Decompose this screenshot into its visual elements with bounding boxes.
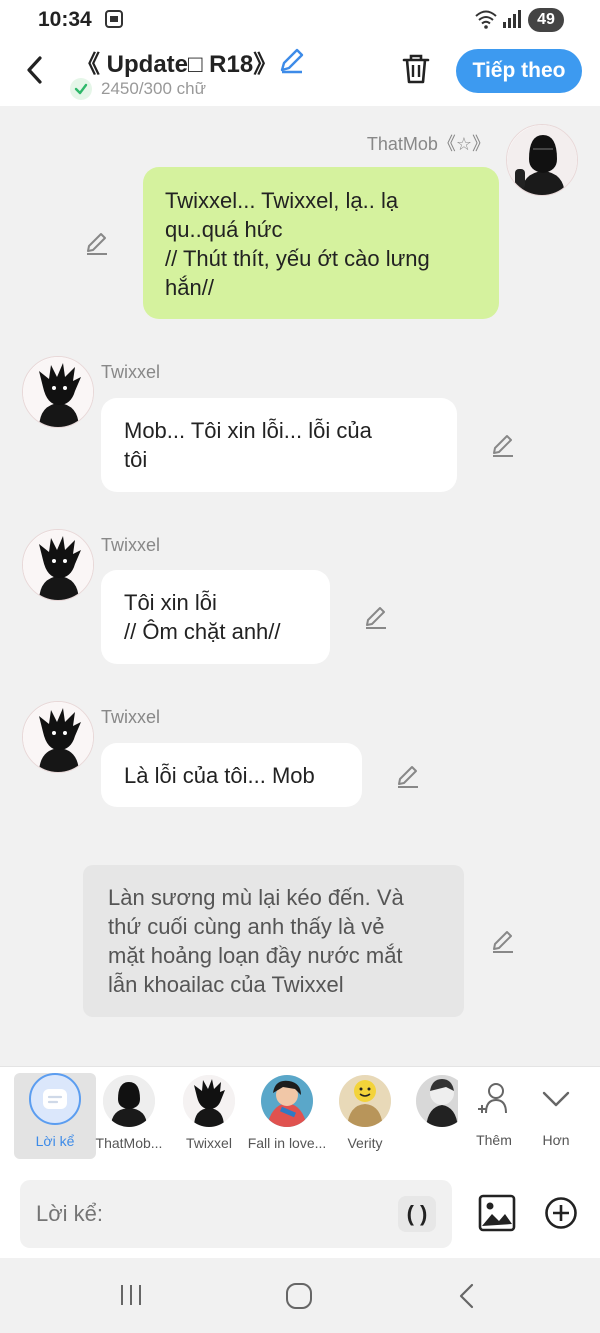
message-line: Tôi xin lỗi: [124, 590, 217, 615]
status-time: 10:34: [38, 8, 92, 31]
character-label: ThatMob...: [95, 1135, 163, 1151]
character-fall-in-love[interactable]: Fall in love...: [246, 1075, 328, 1151]
composer: ( ): [0, 1170, 600, 1258]
speaker-name: ThatMob《☆》: [366, 134, 490, 154]
character-narration[interactable]: Lời kể: [14, 1073, 96, 1159]
message-line: Twixxel... Twixxel, lạ.. lạ: [165, 188, 399, 213]
avatar: [416, 1075, 458, 1127]
character-label: Twixxel: [186, 1135, 232, 1151]
narration-bubble[interactable]: Làn sương mù lại kéo đến. Và thứ cuối cù…: [83, 865, 464, 1017]
edit-message-pencil-icon[interactable]: [490, 928, 516, 954]
edit-message-pencil-icon[interactable]: [363, 604, 389, 630]
character-thatmob[interactable]: ThatMob...: [88, 1075, 170, 1151]
status-bar: 10:34 49: [0, 0, 600, 40]
character-verity[interactable]: Verity: [324, 1075, 406, 1151]
avatar[interactable]: [22, 356, 94, 428]
character-partial[interactable]: [402, 1075, 458, 1135]
message-bubble[interactable]: Twixxel... Twixxel, lạ.. lạ qu..quá hức …: [143, 167, 499, 319]
message-line: // Thút thít, yếu ớt cào lưng: [165, 246, 430, 271]
character-label: Fall in love...: [247, 1135, 327, 1151]
recent-apps-icon[interactable]: [118, 1282, 144, 1308]
message-bubble[interactable]: Mob... Tôi xin lỗi... lỗi của tôi: [101, 398, 457, 492]
back-arrow-icon[interactable]: [20, 52, 50, 88]
avatar: [183, 1075, 235, 1127]
message-bubble[interactable]: Tôi xin lỗi // Ôm chặt anh//: [101, 570, 330, 664]
add-label: Thêm: [476, 1132, 512, 1148]
wifi-icon: [475, 10, 497, 29]
home-icon[interactable]: [285, 1282, 313, 1310]
avatar: [103, 1075, 155, 1127]
character-label: Lời kể: [35, 1133, 75, 1149]
message-bubble[interactable]: Là lỗi của tôi... Mob: [101, 743, 362, 807]
image-icon[interactable]: [478, 1194, 516, 1232]
screenshot-icon: [105, 10, 123, 28]
edit-message-pencil-icon[interactable]: [84, 230, 110, 256]
story-title: 《 Update□ R18》: [76, 51, 278, 78]
word-count: 2450/300 chữ: [70, 78, 206, 100]
system-nav-bar: [0, 1258, 600, 1333]
add-person-icon: [478, 1083, 507, 1114]
character-twixxel[interactable]: Twixxel: [168, 1075, 250, 1151]
speaker-name: Twixxel: [101, 707, 161, 727]
avatar[interactable]: [506, 124, 578, 196]
avatar[interactable]: [22, 701, 94, 773]
message-input[interactable]: [20, 1180, 452, 1248]
more-button[interactable]: Hơn: [528, 1079, 584, 1148]
message-line: tôi: [124, 447, 148, 472]
speaker-name: Twixxel: [101, 535, 161, 555]
next-button[interactable]: Tiếp theo: [456, 49, 582, 93]
edit-title-pencil-icon[interactable]: [278, 46, 306, 74]
avatar: [339, 1075, 391, 1127]
message-line: Là lỗi của tôi... Mob: [124, 763, 315, 788]
plus-circle-icon[interactable]: [544, 1196, 578, 1230]
more-label: Hơn: [542, 1132, 570, 1148]
character-label: Verity: [347, 1135, 383, 1151]
back-nav-icon[interactable]: [456, 1282, 478, 1310]
edit-message-pencil-icon[interactable]: [490, 432, 516, 458]
message-line: Mob... Tôi xin lỗi... lỗi của: [124, 418, 372, 443]
chevron-down-icon: [542, 1091, 570, 1107]
check-icon: [70, 78, 92, 100]
battery-indicator: 49: [528, 8, 564, 32]
app-header: 《 Update□ R18》 2450/300 chữ Tiếp theo: [0, 40, 600, 106]
message-line: lẫn khoailac của Twixxel: [108, 972, 344, 997]
message-line: Làn sương mù lại kéo đến. Và: [108, 885, 404, 910]
trash-icon[interactable]: [400, 52, 432, 86]
avatar: [261, 1075, 313, 1127]
message-line: hắn//: [165, 275, 214, 300]
word-count-text: 2450/300 chữ: [101, 79, 206, 98]
message-line: qu..quá hức: [165, 217, 283, 242]
signal-icon: [503, 10, 521, 28]
narration-icon: [29, 1073, 81, 1125]
character-selector: Lời kể ThatMob... Twixxel Fall in love..…: [0, 1066, 600, 1170]
parentheses-button[interactable]: ( ): [398, 1196, 436, 1232]
message-line: mặt hoảng loạn đầy nước mắt: [108, 943, 403, 968]
avatar[interactable]: [22, 529, 94, 601]
speaker-name: Twixxel: [101, 362, 161, 382]
add-character-button[interactable]: Thêm: [466, 1079, 522, 1148]
message-line: // Ôm chặt anh//: [124, 619, 281, 644]
edit-message-pencil-icon[interactable]: [395, 763, 421, 789]
message-line: thứ cuối cùng anh thấy là vẻ: [108, 914, 385, 939]
